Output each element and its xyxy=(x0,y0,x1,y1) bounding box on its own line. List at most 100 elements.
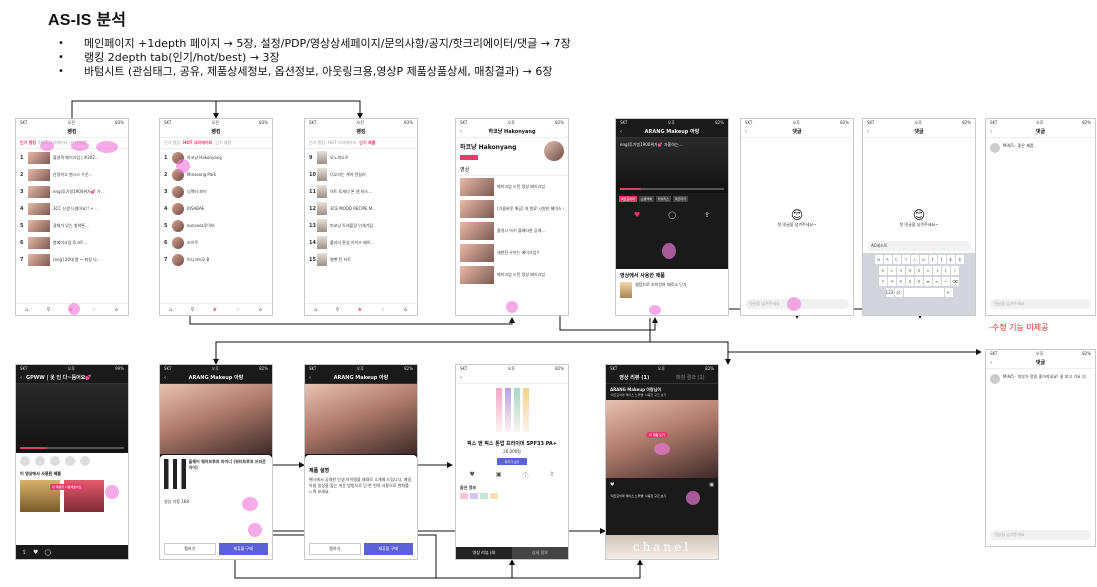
video-area[interactable] xyxy=(16,384,128,452)
home-icon[interactable]: ⌂ xyxy=(314,307,317,313)
video-area[interactable] xyxy=(160,384,272,454)
chip[interactable]: 피트모아마 xyxy=(619,196,637,202)
bottom-nav: ⌂ ⚲ ♛ ♢ ♙ xyxy=(305,303,417,315)
search-icon[interactable]: ⚲ xyxy=(336,307,340,313)
heart-icon[interactable]: ♥ xyxy=(469,471,474,480)
ranking-icon[interactable]: ♛ xyxy=(358,307,362,313)
list-item[interactable]: 4 3CC 신생 나렸어요!! + … xyxy=(16,200,128,217)
search-icon[interactable]: ⚲ xyxy=(191,307,195,313)
product-name[interactable]: 셀럽으로 조미랑하 매로소 단가 xyxy=(635,282,687,298)
back-icon[interactable]: ‹ xyxy=(867,129,869,135)
ranking-icon[interactable]: ♛ xyxy=(213,307,217,313)
comment-input[interactable]: AC테스트 xyxy=(867,241,971,251)
list-item[interactable]: 5 eunseoz루이비 xyxy=(160,217,272,234)
screen-header: ‹ ARANG Makeup 아랑 xyxy=(160,372,272,384)
heart-icon[interactable]: ♥ xyxy=(634,211,640,219)
info-icon[interactable]: ⓘ xyxy=(522,471,528,480)
heart-icon[interactable]: ♥ xyxy=(33,549,38,556)
tab-video-review[interactable]: 영상 리뷰 (4) xyxy=(456,547,512,559)
tab-popular[interactable]: 인기 랭킹 xyxy=(309,140,325,146)
list-item[interactable]: 9 모노피오르 xyxy=(305,149,417,166)
list-item[interactable]: 11 히트 토게더 톤 엔 마스… xyxy=(305,183,417,200)
tab-products[interactable]: 인기 제품 xyxy=(359,140,375,146)
keyboard[interactable]: ㅂㅈㄷㄱㅅㅛㅕㅑㅐㅔ ㅁㄴㅇㄹㅎㅗㅓㅏㅣ ⇧ ㅋㅌㅊㅍㅠㅜㅡ ⌫ 123 ☺ ↵ xyxy=(863,253,975,315)
home-icon[interactable]: ⌂ xyxy=(169,307,172,313)
follow-button[interactable] xyxy=(460,155,478,160)
tab-hot[interactable]: HOT 크리에이터 xyxy=(183,140,212,146)
video-item[interactable]: 세련된 우아는 메이크업!! xyxy=(456,242,568,264)
back-icon[interactable]: ‹ xyxy=(745,129,747,135)
section-label: 옵션 정보 xyxy=(460,485,477,490)
bell-icon[interactable]: ♢ xyxy=(91,307,95,313)
list-item[interactable]: 4 RISABAE xyxy=(160,200,272,217)
list-item[interactable]: 7 띠니크리오 B xyxy=(160,251,272,268)
list-item[interactable]: 7 [eng] 20대 봄 ~ 화장 다… xyxy=(16,251,128,268)
comment-input[interactable]: 댓글을 남겨주세요 xyxy=(990,530,1091,540)
heart-icon[interactable]: ♥ xyxy=(610,482,614,488)
tab-detail[interactable]: 상세 정보 xyxy=(512,547,568,559)
video-item[interactable]: 메이크업 드린 정성 메이크업 xyxy=(456,264,568,286)
list-item[interactable]: 3 eng)투기방1900위가💕 가… xyxy=(16,183,128,200)
tab-products[interactable]: 인기 제품 xyxy=(215,140,231,146)
video-item[interactable]: [가을바웃 해공] 쉬 향료 시원한 페이스 하이라이트 xyxy=(456,198,568,220)
wishlist-button[interactable]: 찜하기 xyxy=(309,543,361,555)
list-item[interactable]: 3 디렉터 파이 xyxy=(160,183,272,200)
list-item[interactable]: 13 피코닝 토레플링 인쇄기팁 xyxy=(305,217,417,234)
list-item[interactable]: 2 안경끼고 팬시스 수준… xyxy=(16,166,128,183)
user-icon[interactable]: ♙ xyxy=(114,307,118,313)
list-item[interactable]: 12 3CE MOOD RECIPE M… xyxy=(305,200,417,217)
tab-matching[interactable]: 매칭 결과 (1) xyxy=(676,374,705,381)
screen-creator-ranking: SKT 오전 83% 랭킹 인기 랭킹 HOT 크리에이터 인기 제품 1 하코냥 H… xyxy=(159,118,273,316)
tab-popular[interactable]: 인기 랭킹 xyxy=(164,140,180,146)
tab-video-review[interactable]: 영상 리뷰 (1) xyxy=(619,374,649,381)
comment-icon[interactable]: ◯ xyxy=(668,211,676,219)
product-image xyxy=(456,384,568,440)
status-bar: SKT 오전 83% xyxy=(20,120,124,125)
summary-item: 바텀시트 (관심태그, 공유, 제품상세정보, 옵션정보, 아웃링크용,영상P … xyxy=(58,65,571,79)
list-item[interactable]: 6 봄메이크업 토크트… xyxy=(16,234,128,251)
video-area[interactable] xyxy=(305,384,417,454)
wishlist-button[interactable]: 찜하기 xyxy=(164,543,216,555)
tab-hot[interactable]: HOT 크리에이터 xyxy=(328,140,356,146)
product-name[interactable]: 올웨어 웨어프루프 라이너 (워터프루프 브라운 아이) xyxy=(189,459,268,489)
back-icon[interactable]: ‹ xyxy=(20,375,22,381)
chip[interactable]: 제코타카 xyxy=(672,196,688,202)
search-icon[interactable]: ⚲ xyxy=(47,307,51,313)
buy-button[interactable]: 제휴몰 구매 xyxy=(363,543,413,555)
share-icon[interactable]: ⇪ xyxy=(704,211,710,219)
status-badge[interactable]: 이 제품 보기 xyxy=(646,432,668,438)
home-icon[interactable]: ⌂ xyxy=(25,307,28,313)
back-icon[interactable]: ‹ xyxy=(164,375,166,381)
share-icon[interactable]: ⇪ xyxy=(22,549,27,556)
comment-input[interactable]: 댓글을 남겨주세요 xyxy=(990,299,1091,309)
back-icon[interactable]: ‹ xyxy=(460,375,462,381)
chip[interactable]: 타이리스 xyxy=(655,196,671,202)
user-icon[interactable]: ♙ xyxy=(403,307,407,313)
list-item[interactable]: 5 광채가 있는 발색톤… xyxy=(16,217,128,234)
tab-popular[interactable]: 인기 랭킹 xyxy=(20,140,36,146)
video-icon[interactable]: ▣ xyxy=(709,482,714,488)
back-icon[interactable]: ‹ xyxy=(460,129,462,135)
list-item[interactable]: 6 조이쭈 xyxy=(160,234,272,251)
buy-button[interactable]: 제휴몰 구매 xyxy=(218,543,268,555)
video-item[interactable]: 올영시 아기 플래터한 공계… xyxy=(456,220,568,242)
back-icon[interactable]: ‹ xyxy=(990,360,992,366)
bell-icon[interactable]: ♢ xyxy=(380,307,384,313)
list-item[interactable]: 15 벨벳 틴 티트 xyxy=(305,251,417,268)
ranking-tabs: 인기 랭킹 HOT 크리에이터 인기 제품 xyxy=(160,138,272,149)
video-icon[interactable]: ▣ xyxy=(496,471,502,480)
video-area[interactable]: eng)투기방1900위가💕 가흥하는… xyxy=(616,138,728,193)
list-item[interactable]: 14 롤리더 톤업 아이즈 베이… xyxy=(305,234,417,251)
list-item[interactable]: 10 디오리는 케어 컨실러 xyxy=(305,166,417,183)
back-icon[interactable]: ‹ xyxy=(990,129,992,135)
share-icon[interactable]: ⇪ xyxy=(549,471,554,480)
chip[interactable]: 쇼핑백에 xyxy=(638,196,654,202)
back-icon[interactable]: ‹ xyxy=(309,375,311,381)
user-icon[interactable]: ♙ xyxy=(258,307,262,313)
lowest-price-button[interactable]: 최저가 보기 xyxy=(497,458,527,465)
comment-icon[interactable]: ◯ xyxy=(44,549,51,556)
bell-icon[interactable]: ♢ xyxy=(235,307,239,313)
back-icon[interactable]: ‹ xyxy=(620,129,622,135)
video-area[interactable]: 이 제품 보기 xyxy=(606,400,718,478)
video-item[interactable]: 메이크업 드린 정성 메이크업 xyxy=(456,176,568,198)
